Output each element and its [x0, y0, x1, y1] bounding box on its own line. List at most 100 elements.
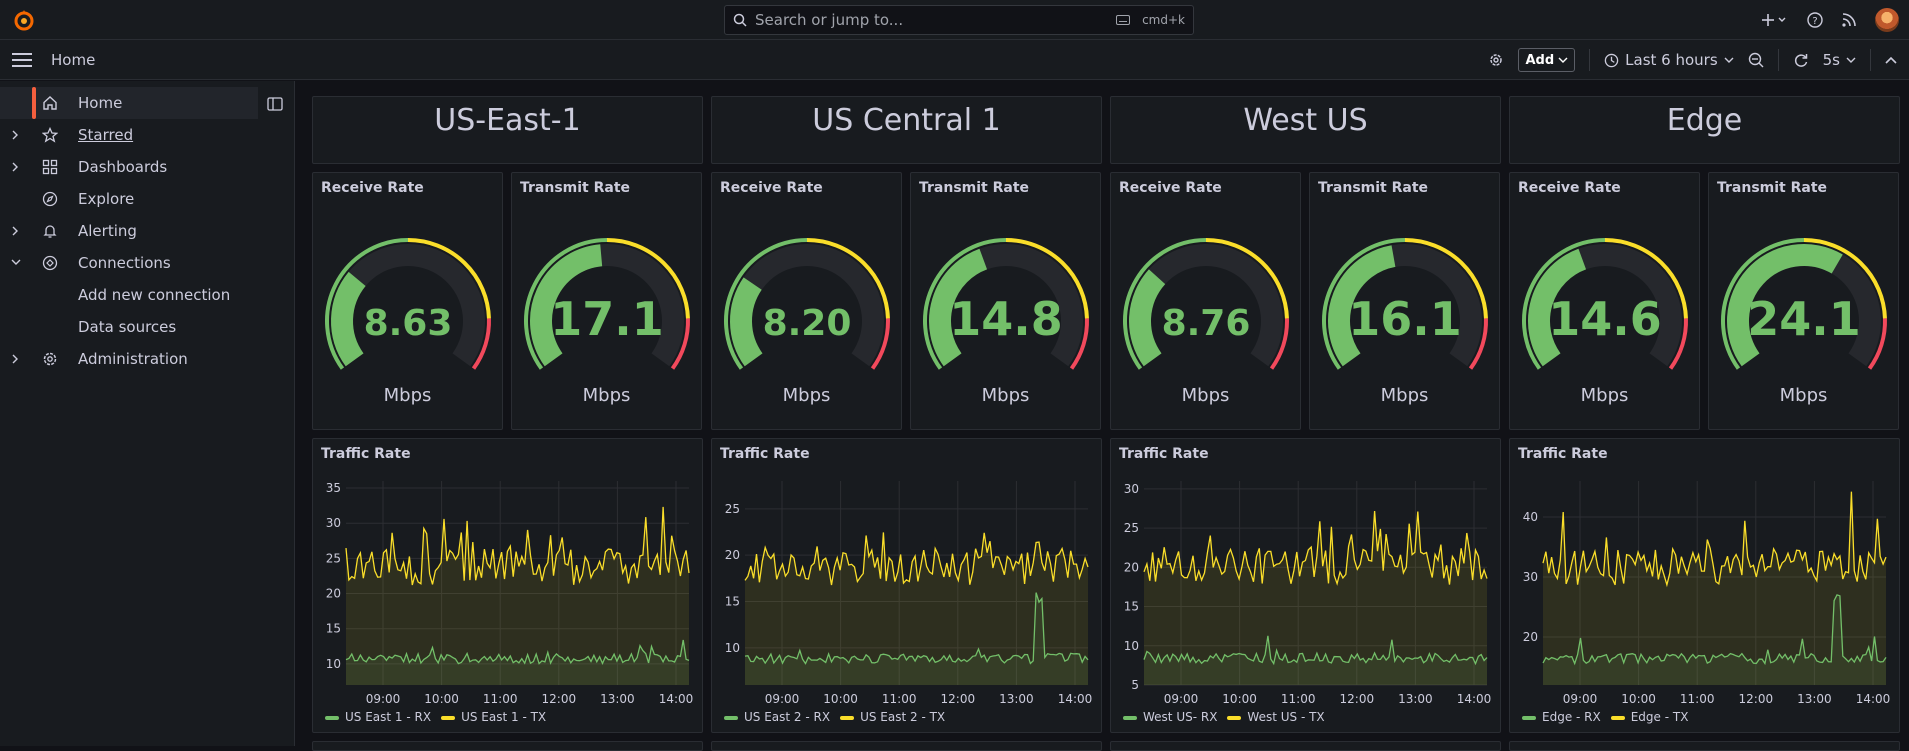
- y-tick-label: 5: [1131, 678, 1139, 692]
- help-icon[interactable]: ?: [1807, 12, 1823, 28]
- chevron-down-icon: [1846, 57, 1856, 63]
- legend-item-tx[interactable]: US East 1 - TX: [441, 710, 546, 724]
- keyboard-icon: [1116, 15, 1131, 25]
- x-tick-label: 09:00: [1563, 692, 1598, 706]
- time-range-picker[interactable]: Last 6 hours: [1604, 51, 1734, 69]
- user-avatar[interactable]: [1875, 8, 1899, 32]
- grafana-logo-icon[interactable]: [12, 8, 36, 32]
- sidebar-item-explore[interactable]: Explore: [0, 183, 258, 215]
- y-tick-label: 30: [1523, 570, 1538, 584]
- chevron-right-icon[interactable]: [10, 161, 20, 173]
- add-button[interactable]: Add: [1518, 48, 1576, 72]
- search-placeholder: Search or jump to...: [755, 11, 904, 29]
- connections-icon: [42, 255, 58, 271]
- gauge-value-arc: [331, 271, 366, 367]
- legend-swatch: [1522, 715, 1536, 720]
- sidebar-item-home[interactable]: Home: [0, 87, 258, 119]
- gauge-unit-label: Mbps: [1380, 385, 1429, 406]
- search-input[interactable]: Search or jump to... cmd+k: [724, 5, 1194, 35]
- search-icon: [733, 13, 747, 27]
- x-tick-label: 10:00: [1621, 692, 1656, 706]
- x-tick-label: 14:00: [1058, 692, 1093, 706]
- gauge-unit-label: Mbps: [1181, 385, 1230, 406]
- y-tick-label: 15: [326, 622, 341, 636]
- gauge-svg: 16.1: [1322, 238, 1488, 370]
- sidebar-item-add-new-connection[interactable]: Add new connection: [0, 279, 258, 311]
- x-tick-label: 11:00: [1680, 692, 1715, 706]
- x-tick-label: 13:00: [1797, 692, 1832, 706]
- gauge-svg: 14.8: [923, 238, 1089, 370]
- x-tick-label: 12:00: [1340, 692, 1375, 706]
- star-icon: [42, 127, 58, 143]
- menu-icon[interactable]: [12, 53, 32, 67]
- chevron-right-icon[interactable]: [10, 353, 20, 365]
- gauge-svg: 24.1: [1721, 238, 1887, 370]
- x-tick-label: 14:00: [1457, 692, 1492, 706]
- plus-icon[interactable]: [1761, 13, 1789, 27]
- breadcrumb[interactable]: Home: [51, 51, 95, 69]
- news-feed-icon[interactable]: [1841, 12, 1857, 28]
- gauge-value: 8.63: [364, 303, 453, 344]
- legend-item-tx[interactable]: West US - TX: [1227, 710, 1325, 724]
- region-title-panel: West US: [1110, 96, 1501, 164]
- svg-text:?: ?: [1812, 16, 1817, 27]
- gauge-svg: 8.63: [325, 238, 491, 370]
- chevron-down-icon: [1724, 57, 1734, 63]
- legend-item-rx[interactable]: US East 2 - RX: [724, 710, 830, 724]
- legend-item-rx[interactable]: West US- RX: [1123, 710, 1217, 724]
- sidebar-item-dashboards[interactable]: Dashboards: [0, 151, 258, 183]
- gauge-unit-label: Mbps: [981, 385, 1030, 406]
- legend-label: West US - TX: [1247, 710, 1325, 724]
- sidebar-item-data-sources[interactable]: Data sources: [0, 311, 258, 343]
- timeseries-svg: 10 15 20 25 09:00 10:00 11:00 12:00 13:00 14:00: [725, 481, 1093, 706]
- chevron-right-icon[interactable]: [10, 129, 20, 141]
- chevron-down-icon[interactable]: [10, 257, 22, 267]
- y-tick-label: 30: [1124, 482, 1139, 496]
- panel-title: Transmit Rate: [919, 180, 1030, 196]
- sidebar-item-administration[interactable]: Administration: [0, 343, 258, 375]
- legend-item-rx[interactable]: US East 1 - RX: [325, 710, 431, 724]
- panel-title: Traffic Rate: [1518, 446, 1608, 462]
- transmit-gauge-panel: Transmit Rate 16.1 Mbps: [1309, 172, 1500, 430]
- x-tick-label: 10:00: [424, 692, 459, 706]
- legend-item-tx[interactable]: Edge - TX: [1610, 710, 1688, 724]
- dock-menu-icon[interactable]: [267, 96, 283, 112]
- gauge-unit-label: Mbps: [383, 385, 432, 406]
- gauge-svg: 8.20: [724, 238, 890, 370]
- y-tick-label: 25: [725, 502, 740, 516]
- chevron-up-icon[interactable]: [1885, 55, 1897, 65]
- receive-gauge-panel: Receive Rate 8.76 Mbps: [1110, 172, 1301, 430]
- gauge-unit-label: Mbps: [1779, 385, 1828, 406]
- panel-title: Receive Rate: [720, 180, 823, 196]
- x-tick-label: 13:00: [999, 692, 1034, 706]
- x-tick-label: 09:00: [1164, 692, 1199, 706]
- x-tick-label: 12:00: [542, 692, 577, 706]
- legend-swatch: [1227, 715, 1242, 720]
- next-row-panel: [711, 741, 1102, 751]
- gauge-value: 16.1: [1348, 292, 1462, 346]
- sidebar-item-connections[interactable]: Connections: [0, 247, 258, 279]
- legend-label: Edge - RX: [1542, 710, 1601, 724]
- traffic-rate-panel: Traffic Rate 10 15 20 25 30 35 09:00 10:00 11:00 1…: [312, 438, 703, 733]
- y-tick-label: 10: [326, 657, 341, 671]
- zoom-out-icon[interactable]: [1748, 52, 1764, 68]
- panel-title: Traffic Rate: [1119, 446, 1209, 462]
- gauge-value: 8.20: [763, 303, 852, 344]
- nav-sidebar: Home Starred Dashboards Explore Alerting…: [0, 81, 295, 746]
- legend-item-tx[interactable]: US East 2 - TX: [840, 710, 945, 724]
- legend-swatch: [325, 715, 339, 720]
- settings-gear-icon[interactable]: [1488, 52, 1504, 68]
- refresh-icon[interactable]: [1793, 52, 1809, 68]
- receive-gauge-panel: Receive Rate 8.20 Mbps: [711, 172, 902, 430]
- gauge-unit-label: Mbps: [782, 385, 831, 406]
- transmit-gauge-panel: Transmit Rate 24.1 Mbps: [1708, 172, 1899, 430]
- sidebar-item-alerting[interactable]: Alerting: [0, 215, 258, 247]
- x-tick-label: 13:00: [1398, 692, 1433, 706]
- gauge-value: 24.1: [1747, 292, 1861, 346]
- region-title: Edge: [1666, 103, 1743, 138]
- refresh-interval-picker[interactable]: 5s: [1823, 51, 1856, 69]
- chevron-right-icon[interactable]: [10, 225, 20, 237]
- legend-item-rx[interactable]: Edge - RX: [1522, 710, 1601, 724]
- sidebar-item-starred[interactable]: Starred: [0, 119, 258, 151]
- x-tick-label: 11:00: [483, 692, 518, 706]
